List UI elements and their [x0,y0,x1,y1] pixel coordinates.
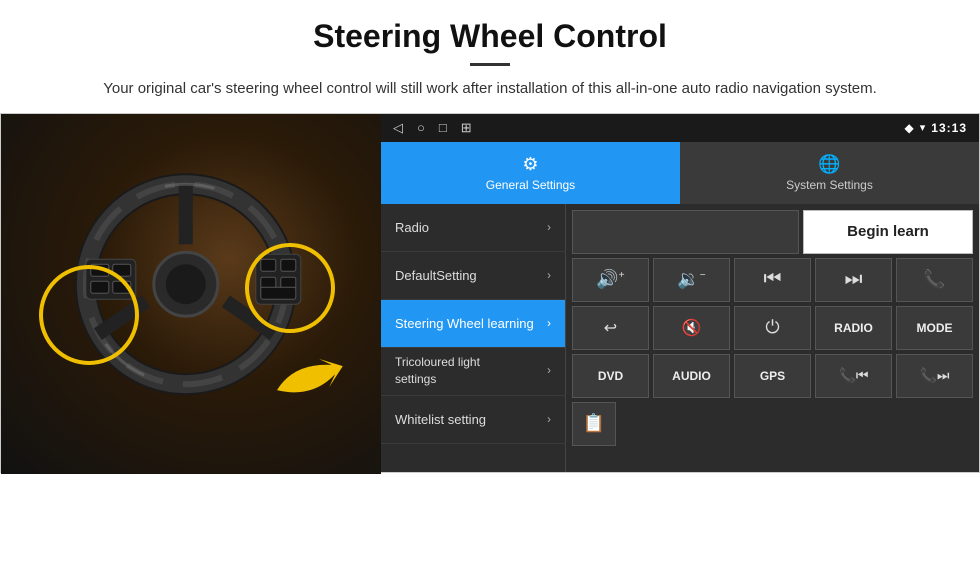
menu-steering-label: Steering Wheel learning [395,316,534,331]
menu-item-radio[interactable]: Radio › [381,204,565,252]
system-settings-icon: 🌐 [818,154,840,175]
volume-down-button[interactable]: 🔉− [653,258,730,302]
hang-up-icon: ↩ [604,318,617,338]
volume-up-icon: 🔊+ [596,269,624,290]
menu-default-label: DefaultSetting [395,268,477,283]
menu-item-steering[interactable]: Steering Wheel learning › [381,300,565,348]
phone-next-icon: 📞⏭ [919,367,949,384]
status-right: ◆ ▾ 13:13 [905,121,967,135]
btn-row-4: 📋 [572,402,616,446]
left-panel [1,114,381,474]
tab-general-label: General Settings [486,178,575,192]
volume-up-button[interactable]: 🔊+ [572,258,649,302]
phone-prev-icon: 📞⏮ [838,367,868,384]
radio-button[interactable]: RADIO [815,306,892,350]
control-panel: Begin learn 🔊+ 🔉− ⏮ ⏭ [566,204,979,472]
general-settings-icon: ⚙ [522,154,538,175]
begin-learn-label: Begin learn [847,223,929,240]
tab-general[interactable]: ⚙ General Settings [381,142,680,204]
main-content: ◁ ○ □ ⊞ ◆ ▾ 13:13 ⚙ General Settings 🌐 S… [0,113,980,473]
menu-icon[interactable]: ⊞ [461,120,472,136]
chevron-default-icon: › [547,268,551,282]
hang-up-button[interactable]: ↩ [572,306,649,350]
menu-panel: Radio › DefaultSetting › Steering Wheel … [381,204,566,472]
header-divider [470,63,510,66]
menu-item-whitelist[interactable]: Whitelist setting › [381,396,565,444]
mute-button[interactable]: 🔇 [653,306,730,350]
header-subtitle: Your original car's steering wheel contr… [60,78,920,101]
power-icon: ⏻ [765,317,779,338]
phone-icon: 📞 [923,269,945,290]
power-button[interactable]: ⏻ [734,306,811,350]
gps-icon: ◆ [905,121,914,135]
dvd-button[interactable]: DVD [572,354,649,398]
content-area: Radio › DefaultSetting › Steering Wheel … [381,204,979,472]
menu-item-default[interactable]: DefaultSetting › [381,252,565,300]
audio-button-label: AUDIO [672,369,711,383]
mute-icon: 🔇 [682,318,702,338]
nav-icons: ◁ ○ □ ⊞ [393,120,472,136]
right-panel: ◁ ○ □ ⊞ ◆ ▾ 13:13 ⚙ General Settings 🌐 S… [381,114,979,472]
next-track-button[interactable]: ⏭ [815,258,892,302]
prev-track-icon: ⏮ [764,268,782,291]
list-icon-button[interactable]: 📋 [572,402,616,446]
list-icon: 📋 [583,413,605,434]
signal-icon: ▾ [920,121,926,134]
gps-button-label: GPS [760,369,785,383]
chevron-whitelist-icon: › [547,412,551,426]
radio-button-label: RADIO [834,321,873,335]
home-icon[interactable]: ○ [417,120,425,136]
menu-radio-label: Radio [395,220,429,235]
yellow-circle-right [245,243,335,333]
chevron-tricoloured-icon: › [547,363,551,379]
volume-down-icon: 🔉− [677,269,705,290]
menu-whitelist-label: Whitelist setting [395,412,486,427]
btn-row-2: ↩ 🔇 ⏻ RADIO MODE [572,306,973,350]
chevron-steering-icon: › [547,316,551,330]
btn-row-3: DVD AUDIO GPS 📞⏮ 📞⏭ [572,354,973,398]
mode-button-label: MODE [917,321,953,335]
mode-button[interactable]: MODE [896,306,973,350]
prev-track-button[interactable]: ⏮ [734,258,811,302]
gps-button[interactable]: GPS [734,354,811,398]
phone-next-button[interactable]: 📞⏭ [896,354,973,398]
btn-row-1: 🔊+ 🔉− ⏮ ⏭ 📞 [572,258,973,302]
time-display: 13:13 [931,121,967,135]
recent-icon[interactable]: □ [439,120,447,136]
begin-learn-spacer [572,210,799,254]
menu-tricoloured-label: Tricoloured lightsettings [395,354,480,388]
page-title: Steering Wheel Control [60,18,920,55]
audio-button[interactable]: AUDIO [653,354,730,398]
tab-system-label: System Settings [786,178,873,192]
begin-learn-row: Begin learn [572,210,973,254]
header-section: Steering Wheel Control Your original car… [0,0,980,113]
phone-button[interactable]: 📞 [896,258,973,302]
settings-tabs: ⚙ General Settings 🌐 System Settings [381,142,979,204]
chevron-radio-icon: › [547,220,551,234]
back-icon[interactable]: ◁ [393,120,403,136]
phone-prev-button[interactable]: 📞⏮ [815,354,892,398]
status-bar: ◁ ○ □ ⊞ ◆ ▾ 13:13 [381,114,979,142]
tab-system[interactable]: 🌐 System Settings [680,142,979,204]
next-track-icon: ⏭ [845,268,863,291]
begin-learn-button[interactable]: Begin learn [803,210,973,254]
menu-item-tricoloured[interactable]: Tricoloured lightsettings › [381,348,565,396]
dvd-button-label: DVD [598,369,623,383]
yellow-circle-left [39,265,139,365]
